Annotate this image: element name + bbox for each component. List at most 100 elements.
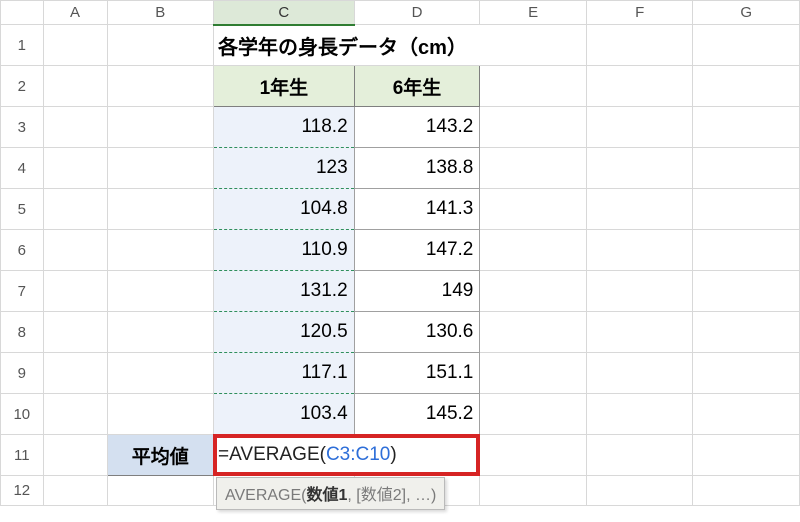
- cell-D9[interactable]: 151.1: [354, 353, 480, 394]
- cell-G3[interactable]: [693, 107, 800, 148]
- grade-header-d[interactable]: 6年生: [354, 66, 480, 107]
- cell-F9[interactable]: [586, 353, 693, 394]
- cell-B3[interactable]: [107, 107, 214, 148]
- cell-B8[interactable]: [107, 312, 214, 353]
- cell-C8[interactable]: 120.5: [214, 312, 355, 353]
- row-header-6[interactable]: 6: [1, 230, 44, 271]
- cell-B5[interactable]: [107, 189, 214, 230]
- grade-header-c[interactable]: 1年生: [214, 66, 355, 107]
- cell-F10[interactable]: [586, 394, 693, 435]
- cell-C4[interactable]: 123: [214, 148, 355, 189]
- cell-E2[interactable]: [480, 66, 587, 107]
- cell-C6[interactable]: 110.9: [214, 230, 355, 271]
- row-header-4[interactable]: 4: [1, 148, 44, 189]
- cell-D7[interactable]: 149: [354, 271, 480, 312]
- cell-B9[interactable]: [107, 353, 214, 394]
- cell-A2[interactable]: [43, 66, 107, 107]
- cell-E8[interactable]: [480, 312, 587, 353]
- cell-F8[interactable]: [586, 312, 693, 353]
- cell-C3[interactable]: 118.2: [214, 107, 355, 148]
- col-header-C[interactable]: C: [214, 1, 355, 25]
- cell-G10[interactable]: [693, 394, 800, 435]
- cell-C9[interactable]: 117.1: [214, 353, 355, 394]
- cell-G6[interactable]: [693, 230, 800, 271]
- cell-A1[interactable]: [43, 25, 107, 66]
- cell-G5[interactable]: [693, 189, 800, 230]
- row-header-5[interactable]: 5: [1, 189, 44, 230]
- cell-B2[interactable]: [107, 66, 214, 107]
- cell-D10[interactable]: 145.2: [354, 394, 480, 435]
- cell-C10[interactable]: 103.4: [214, 394, 355, 435]
- cell-E7[interactable]: [480, 271, 587, 312]
- cell-F7[interactable]: [586, 271, 693, 312]
- cell-E10[interactable]: [480, 394, 587, 435]
- cell-G1[interactable]: [693, 25, 800, 66]
- cell-B1[interactable]: [107, 25, 214, 66]
- row-header-1[interactable]: 1: [1, 25, 44, 66]
- cell-F1[interactable]: [586, 25, 693, 66]
- cell-G8[interactable]: [693, 312, 800, 353]
- cell-G12[interactable]: [693, 476, 800, 506]
- cell-B7[interactable]: [107, 271, 214, 312]
- cell-A8[interactable]: [43, 312, 107, 353]
- col-header-G[interactable]: G: [693, 1, 800, 25]
- col-header-A[interactable]: A: [43, 1, 107, 25]
- cell-D5[interactable]: 141.3: [354, 189, 480, 230]
- cell-G4[interactable]: [693, 148, 800, 189]
- cell-A12[interactable]: [43, 476, 107, 506]
- cell-E9[interactable]: [480, 353, 587, 394]
- cell-B6[interactable]: [107, 230, 214, 271]
- cell-B10[interactable]: [107, 394, 214, 435]
- cell-F12[interactable]: [586, 476, 693, 506]
- cell-F2[interactable]: [586, 66, 693, 107]
- formula-cell[interactable]: =AVERAGE(C3:C10): [214, 435, 480, 476]
- cell-F6[interactable]: [586, 230, 693, 271]
- cell-G7[interactable]: [693, 271, 800, 312]
- title-cell[interactable]: 各学年の身長データ（cm）: [214, 25, 587, 66]
- row-header-9[interactable]: 9: [1, 353, 44, 394]
- cell-B4[interactable]: [107, 148, 214, 189]
- cell-A11[interactable]: [43, 435, 107, 476]
- cell-A4[interactable]: [43, 148, 107, 189]
- cell-A7[interactable]: [43, 271, 107, 312]
- cell-E12[interactable]: [480, 476, 587, 506]
- grid[interactable]: A B C D E F G 1 各学年の身長データ（cm） 2 1年生 6年生 …: [0, 0, 800, 506]
- cell-A3[interactable]: [43, 107, 107, 148]
- cell-F11[interactable]: [586, 435, 693, 476]
- cell-A10[interactable]: [43, 394, 107, 435]
- row-header-11[interactable]: 11: [1, 435, 44, 476]
- col-header-D[interactable]: D: [354, 1, 480, 25]
- row-header-10[interactable]: 10: [1, 394, 44, 435]
- corner-cell[interactable]: [1, 1, 44, 25]
- col-header-F[interactable]: F: [586, 1, 693, 25]
- cell-E11[interactable]: [480, 435, 587, 476]
- cell-D8[interactable]: 130.6: [354, 312, 480, 353]
- cell-A5[interactable]: [43, 189, 107, 230]
- cell-D4[interactable]: 138.8: [354, 148, 480, 189]
- cell-E4[interactable]: [480, 148, 587, 189]
- row-header-12[interactable]: 12: [1, 476, 44, 506]
- cell-D6[interactable]: 147.2: [354, 230, 480, 271]
- col-header-B[interactable]: B: [107, 1, 214, 25]
- cell-E6[interactable]: [480, 230, 587, 271]
- cell-F3[interactable]: [586, 107, 693, 148]
- cell-G11[interactable]: [693, 435, 800, 476]
- cell-G2[interactable]: [693, 66, 800, 107]
- cell-C7[interactable]: 131.2: [214, 271, 355, 312]
- cell-E3[interactable]: [480, 107, 587, 148]
- cell-D3[interactable]: 143.2: [354, 107, 480, 148]
- cell-E5[interactable]: [480, 189, 587, 230]
- cell-G9[interactable]: [693, 353, 800, 394]
- row-header-2[interactable]: 2: [1, 66, 44, 107]
- cell-A9[interactable]: [43, 353, 107, 394]
- cell-F4[interactable]: [586, 148, 693, 189]
- row-header-8[interactable]: 8: [1, 312, 44, 353]
- row-header-3[interactable]: 3: [1, 107, 44, 148]
- cell-B12[interactable]: [107, 476, 214, 506]
- cell-A6[interactable]: [43, 230, 107, 271]
- row-header-7[interactable]: 7: [1, 271, 44, 312]
- cell-C5[interactable]: 104.8: [214, 189, 355, 230]
- cell-F5[interactable]: [586, 189, 693, 230]
- col-header-E[interactable]: E: [480, 1, 587, 25]
- avg-label-cell[interactable]: 平均値: [107, 435, 214, 476]
